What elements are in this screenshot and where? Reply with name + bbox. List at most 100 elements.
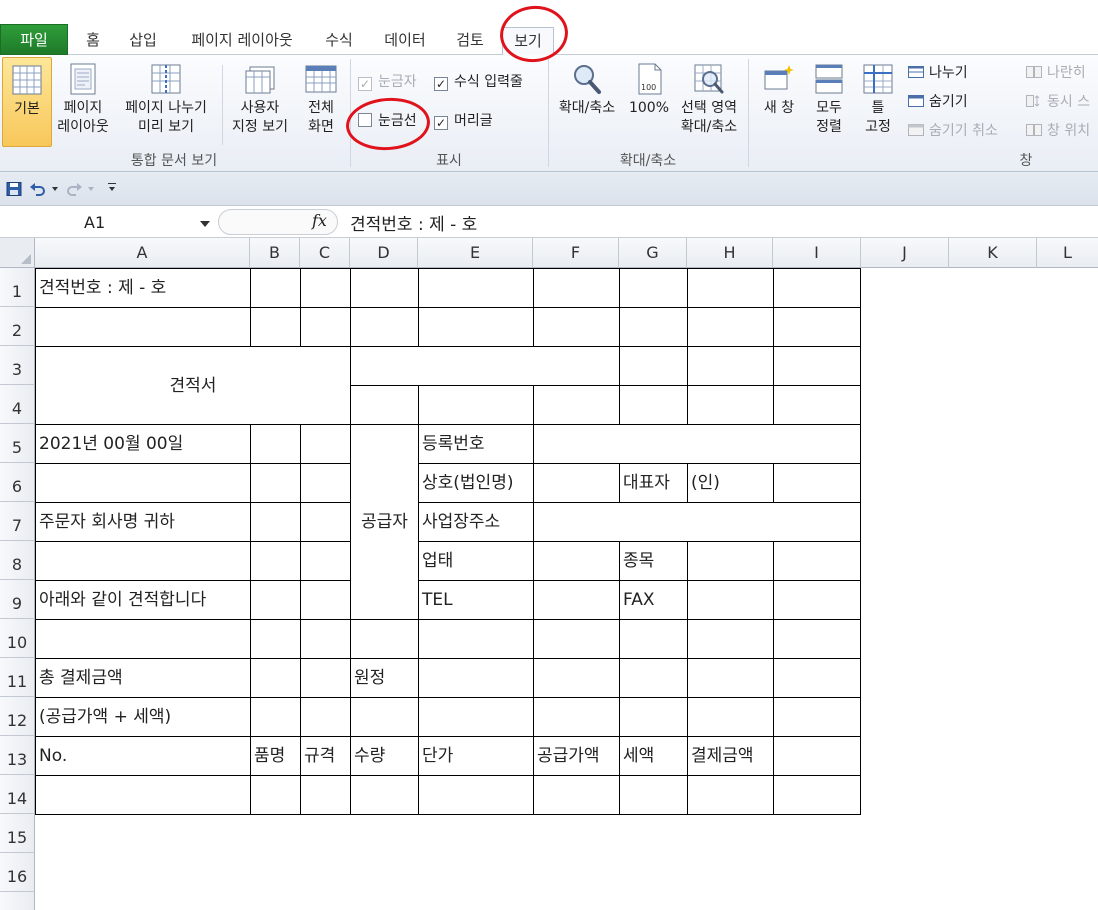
- cell-f1[interactable]: [533, 268, 620, 308]
- cell-title-merged[interactable]: 견적서: [35, 346, 351, 425]
- cell-g11[interactable]: [619, 658, 688, 698]
- cell-d14[interactable]: [350, 775, 419, 815]
- cell-i2[interactable]: [773, 307, 861, 347]
- cell-b1[interactable]: [250, 268, 301, 308]
- cell-tax-header[interactable]: 세액: [619, 736, 688, 776]
- cell-b9[interactable]: [250, 580, 301, 620]
- cell-b14[interactable]: [250, 775, 301, 815]
- arrange-all-button[interactable]: 모두 정렬: [806, 57, 852, 147]
- row-header-17[interactable]: [0, 892, 35, 910]
- select-all-corner[interactable]: [0, 238, 35, 268]
- cell-d2[interactable]: [350, 307, 419, 347]
- split-button[interactable]: 나누기: [908, 63, 968, 83]
- column-header-b[interactable]: B: [250, 238, 300, 268]
- cell-orderer[interactable]: 주문자 회사명 귀하: [35, 502, 251, 542]
- cell-i12[interactable]: [773, 697, 861, 737]
- cell-won[interactable]: 원정: [350, 658, 419, 698]
- cell-business-item-label[interactable]: 종목: [619, 541, 688, 581]
- cell-item-name-header[interactable]: 품명: [250, 736, 301, 776]
- cell-i13[interactable]: [773, 736, 861, 776]
- cell-c5[interactable]: [300, 424, 351, 464]
- zoom-100-button[interactable]: 100 100%: [626, 57, 672, 147]
- page-break-preview-button[interactable]: 페이지 나누기 미리 보기: [114, 57, 218, 147]
- redo-dropdown-icon[interactable]: [88, 187, 94, 191]
- hide-window-button[interactable]: 숨기기: [908, 92, 968, 112]
- headings-checkbox[interactable]: ✓ 머리글: [434, 111, 493, 131]
- cell-h2[interactable]: [687, 307, 774, 347]
- cell-seal[interactable]: (인): [687, 463, 774, 503]
- cell-quantity-header[interactable]: 수량: [350, 736, 419, 776]
- view-side-by-side-button[interactable]: 나란히: [1026, 63, 1086, 83]
- cell-ceo-label[interactable]: 대표자: [619, 463, 688, 503]
- cell-b10[interactable]: [250, 619, 301, 659]
- page-layout-view-button[interactable]: 페이지 레이아웃: [56, 57, 110, 147]
- full-screen-button[interactable]: 전체 화면: [298, 57, 344, 147]
- cell-h3[interactable]: [687, 346, 774, 386]
- cell-h14[interactable]: [687, 775, 774, 815]
- cell-e4[interactable]: [418, 385, 534, 425]
- synchronous-scrolling-button[interactable]: 동시 스: [1026, 92, 1090, 112]
- cell-business-type-value[interactable]: [533, 541, 620, 581]
- cell-company-value[interactable]: [533, 463, 620, 503]
- cell-spec-header[interactable]: 규격: [300, 736, 351, 776]
- cell-i1[interactable]: [773, 268, 861, 308]
- row-header-16[interactable]: 16: [0, 853, 35, 892]
- cell-tel-label[interactable]: TEL: [418, 580, 534, 620]
- cell-reg-no-label[interactable]: 등록번호: [418, 424, 534, 464]
- cell-b5[interactable]: [250, 424, 301, 464]
- freeze-panes-button[interactable]: 틀 고정: [854, 57, 902, 147]
- row-header-7[interactable]: 7: [0, 502, 35, 541]
- cell-h9[interactable]: [687, 580, 774, 620]
- unhide-window-button[interactable]: 숨기기 취소: [908, 121, 998, 141]
- cell-i11[interactable]: [773, 658, 861, 698]
- cell-h8[interactable]: [687, 541, 774, 581]
- cell-i6[interactable]: [773, 463, 861, 503]
- cell-i8[interactable]: [773, 541, 861, 581]
- tab-formulas[interactable]: 수식: [318, 27, 360, 55]
- cell-company-label[interactable]: 상호(법인명): [418, 463, 534, 503]
- cell-f12[interactable]: [533, 697, 620, 737]
- zoom-button[interactable]: 확대/축소: [552, 57, 622, 147]
- cell-tel-value[interactable]: [533, 580, 620, 620]
- row-header-14[interactable]: 14: [0, 775, 35, 814]
- row-header-8[interactable]: 8: [0, 541, 35, 580]
- formula-bar-checkbox[interactable]: ✓ 수식 입력줄: [434, 72, 523, 92]
- row-header-15[interactable]: 15: [0, 814, 35, 853]
- cell-g1[interactable]: [619, 268, 688, 308]
- cell-c2[interactable]: [300, 307, 351, 347]
- tab-file[interactable]: 파일: [0, 24, 68, 55]
- row-header-13[interactable]: 13: [0, 736, 35, 775]
- column-header-l[interactable]: L: [1037, 238, 1098, 268]
- cell-b8[interactable]: [250, 541, 301, 581]
- cell-e11[interactable]: [418, 658, 534, 698]
- cell-c7[interactable]: [300, 502, 351, 542]
- cell-d4[interactable]: [350, 385, 419, 425]
- cell-g12[interactable]: [619, 697, 688, 737]
- column-header-i[interactable]: I: [773, 238, 861, 268]
- cell-e10[interactable]: [418, 619, 534, 659]
- cell-c10[interactable]: [300, 619, 351, 659]
- row-header-12[interactable]: 12: [0, 697, 35, 736]
- cell-i9[interactable]: [773, 580, 861, 620]
- name-box[interactable]: A1: [0, 208, 214, 236]
- tab-home[interactable]: 홈: [76, 27, 110, 55]
- cell-d12[interactable]: [350, 697, 419, 737]
- tab-review[interactable]: 검토: [448, 27, 492, 55]
- column-header-j[interactable]: J: [861, 238, 949, 268]
- gridlines-checkbox[interactable]: 눈금선: [358, 111, 417, 131]
- cell-b2[interactable]: [250, 307, 301, 347]
- cell-b12[interactable]: [250, 697, 301, 737]
- cell-c1[interactable]: [300, 268, 351, 308]
- cell-g10[interactable]: [619, 619, 688, 659]
- cell-f2[interactable]: [533, 307, 620, 347]
- cell-g3[interactable]: [619, 346, 688, 386]
- normal-view-button[interactable]: 기본: [2, 57, 52, 147]
- cell-g2[interactable]: [619, 307, 688, 347]
- tab-page-layout[interactable]: 페이지 레이아웃: [178, 27, 306, 55]
- redo-icon[interactable]: [66, 182, 82, 196]
- cell-i3[interactable]: [773, 346, 861, 386]
- undo-dropdown-icon[interactable]: [52, 187, 58, 191]
- customize-qat-arrow-icon[interactable]: [109, 187, 115, 191]
- ruler-checkbox[interactable]: ✓ 눈금자: [358, 72, 417, 92]
- column-header-h[interactable]: H: [687, 238, 773, 268]
